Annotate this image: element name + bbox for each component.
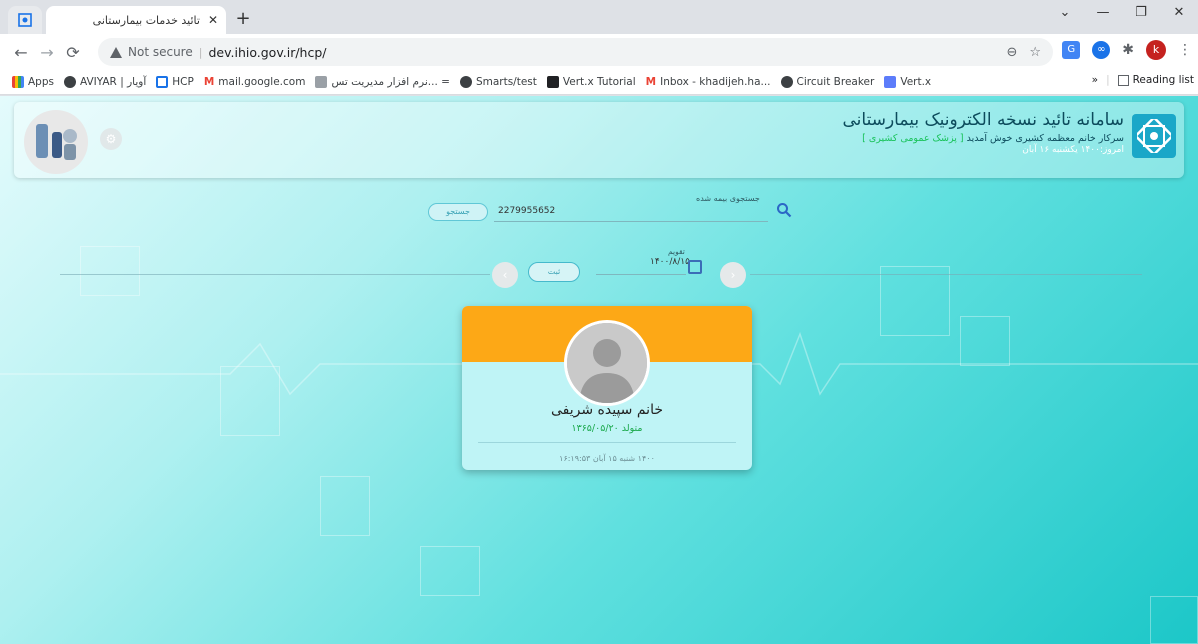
left-logo-image bbox=[24, 110, 88, 174]
feather-icon bbox=[315, 76, 328, 88]
address-bar[interactable]: Not secure | dev.ihio.gov.ir/hcp/ ⊖ ☆ bbox=[98, 38, 1053, 66]
forward-icon[interactable]: → bbox=[34, 43, 60, 62]
new-tab-button[interactable]: + bbox=[232, 8, 254, 30]
reading-list-button[interactable]: Reading list bbox=[1117, 74, 1194, 86]
pinned-tab[interactable] bbox=[8, 6, 42, 34]
submit-button[interactable]: ثبت bbox=[528, 262, 580, 282]
gmail-icon: M bbox=[203, 76, 215, 88]
bg-cross-decoration bbox=[80, 246, 140, 296]
bookmarks-bar: Apps AVIYAR | آویار HCP Mmail.google.com… bbox=[0, 70, 1198, 95]
bookmark-test-management[interactable]: نرم افزار مدیریت تس... = bbox=[315, 76, 450, 88]
warning-icon bbox=[110, 46, 122, 58]
bg-cross-decoration bbox=[420, 546, 480, 596]
bg-cross-decoration bbox=[320, 476, 370, 536]
settings-button[interactable]: ⚙ bbox=[100, 128, 122, 150]
patient-avatar bbox=[564, 320, 650, 406]
infinity-extension-icon[interactable]: ∞ bbox=[1092, 41, 1111, 59]
globe-icon bbox=[63, 76, 76, 88]
bookmarks-right: » | Reading list bbox=[1085, 74, 1194, 86]
app-title: سامانه تائید نسخه الکترونیک بیمارستانی bbox=[842, 110, 1124, 130]
divider-line bbox=[750, 274, 1142, 275]
welcome-text: سرکار خانم معظمه کشیری خوش آمدید bbox=[966, 133, 1124, 144]
window-controls: ⌄ — ❐ ✕ bbox=[1046, 0, 1198, 28]
hcp-icon bbox=[156, 76, 169, 88]
gmail-icon: M bbox=[645, 76, 657, 88]
not-secure-label: Not secure bbox=[128, 45, 193, 59]
address-separator: | bbox=[198, 45, 203, 59]
globe-icon bbox=[459, 76, 472, 88]
app-header: سامانه تائید نسخه الکترونیک بیمارستانی س… bbox=[14, 102, 1184, 178]
header-text: سامانه تائید نسخه الکترونیک بیمارستانی س… bbox=[843, 110, 1124, 155]
calendar-icon[interactable] bbox=[688, 260, 702, 274]
page-content: سامانه تائید نسخه الکترونیک بیمارستانی س… bbox=[0, 96, 1198, 644]
calendar-label: تقویم bbox=[668, 247, 685, 256]
url-text: dev.ihio.gov.ir/hcp/ bbox=[208, 44, 327, 60]
ihio-emblem-icon bbox=[1137, 119, 1171, 153]
search-value: 2279955652 bbox=[498, 206, 556, 216]
patient-card[interactable]: خانم سپیده شریفی متولد ۱۳۶۵/۰۵/۲۰ ۱۴۰۰ ش… bbox=[462, 306, 752, 470]
browser-toolbar: ← → ⟳ Not secure | dev.ihio.gov.ir/hcp/ … bbox=[0, 34, 1198, 70]
gear-icon: ⚙ bbox=[105, 132, 117, 146]
bg-cross-decoration bbox=[1150, 596, 1198, 644]
bookmark-hcp[interactable]: HCP bbox=[156, 76, 194, 88]
bookmarks-divider: | bbox=[1106, 74, 1110, 86]
search-input[interactable]: 2279955652 bbox=[494, 206, 768, 222]
vertx-icon bbox=[884, 76, 897, 88]
minimize-button[interactable]: — bbox=[1084, 0, 1122, 28]
translate-extension-icon[interactable]: G bbox=[1062, 41, 1081, 59]
omnibox-actions: ⊖ ☆ bbox=[1006, 45, 1041, 60]
hcp-favicon-icon bbox=[18, 13, 32, 27]
divider-line bbox=[60, 274, 490, 275]
welcome-line: سرکار خانم معظمه کشیری خوش آمدید [ پزشک … bbox=[843, 133, 1124, 144]
tab-strip: تائید خدمات بیمارستانی ✕ + ⌄ — ❐ ✕ bbox=[0, 0, 1198, 34]
bookmark-star-icon[interactable]: ☆ bbox=[1029, 45, 1041, 60]
search-button[interactable]: جستجو bbox=[428, 203, 488, 221]
more-bookmarks-icon[interactable]: » bbox=[1092, 74, 1098, 86]
ihio-logo bbox=[1132, 114, 1176, 158]
prev-day-button[interactable]: ‹ bbox=[492, 262, 518, 288]
bookmark-circuit-breaker[interactable]: Circuit Breaker bbox=[780, 76, 874, 88]
profile-avatar[interactable]: k bbox=[1146, 40, 1166, 60]
bookmark-vertx-tutorial[interactable]: Vert.x Tutorial bbox=[546, 76, 636, 88]
tab-search-icon[interactable]: ⌄ bbox=[1046, 0, 1084, 28]
search-icon[interactable] bbox=[776, 202, 792, 218]
medical-equipment-icon bbox=[36, 124, 77, 160]
menu-kebab-icon[interactable]: ⋮ bbox=[1178, 42, 1192, 58]
next-day-button[interactable]: › bbox=[720, 262, 746, 288]
search-label: جستجوی بیمه شده bbox=[696, 194, 760, 203]
zoom-icon[interactable]: ⊖ bbox=[1006, 45, 1017, 60]
card-divider bbox=[478, 442, 736, 443]
patient-birthdate: متولد ۱۳۶۵/۰۵/۲۰ bbox=[571, 423, 643, 434]
bookmark-apps[interactable]: Apps bbox=[12, 76, 54, 88]
bookmark-inbox[interactable]: M Inbox - khadijeh.ha... bbox=[646, 76, 771, 88]
today-date: امروز:۱۴۰۰ یکشنبه ۱۶ آبان bbox=[1022, 145, 1124, 155]
globe-icon bbox=[780, 76, 793, 88]
patient-name: خانم سپیده شریفی bbox=[551, 402, 663, 418]
bookmark-aviyar[interactable]: AVIYAR | آویار bbox=[63, 76, 146, 88]
bookmark-gmail[interactable]: Mmail.google.com bbox=[204, 76, 306, 88]
back-icon[interactable]: ← bbox=[8, 43, 34, 62]
j-icon bbox=[546, 76, 559, 88]
active-tab[interactable]: تائید خدمات بیمارستانی ✕ bbox=[46, 6, 226, 34]
tab-close-icon[interactable]: ✕ bbox=[208, 13, 218, 27]
toolbar-right: G ∞ ✱ k ⋮ bbox=[1062, 40, 1192, 60]
user-silhouette-icon bbox=[567, 323, 647, 403]
close-window-button[interactable]: ✕ bbox=[1160, 0, 1198, 28]
visit-datetime: ۱۴۰۰ شنبه ۱۵ آبان ۱۶:۱۹:۵۳ bbox=[559, 454, 655, 463]
calendar-underline bbox=[596, 274, 686, 275]
user-role: [ پزشک عمومی کشیری ] bbox=[862, 133, 964, 144]
reload-icon[interactable]: ⟳ bbox=[60, 43, 86, 62]
apps-grid-icon bbox=[12, 76, 24, 88]
tab-title: تائید خدمات بیمارستانی bbox=[92, 13, 200, 27]
extensions-puzzle-icon[interactable]: ✱ bbox=[1122, 42, 1134, 58]
restore-button[interactable]: ❐ bbox=[1122, 0, 1160, 28]
bookmark-smarts-test[interactable]: Smarts/test bbox=[459, 76, 537, 88]
reading-list-icon bbox=[1117, 74, 1129, 86]
calendar-date-input[interactable]: ۱۴۰۰/۸/۱۵ bbox=[650, 257, 690, 267]
bookmark-vertx[interactable]: Vert.x bbox=[884, 76, 931, 88]
